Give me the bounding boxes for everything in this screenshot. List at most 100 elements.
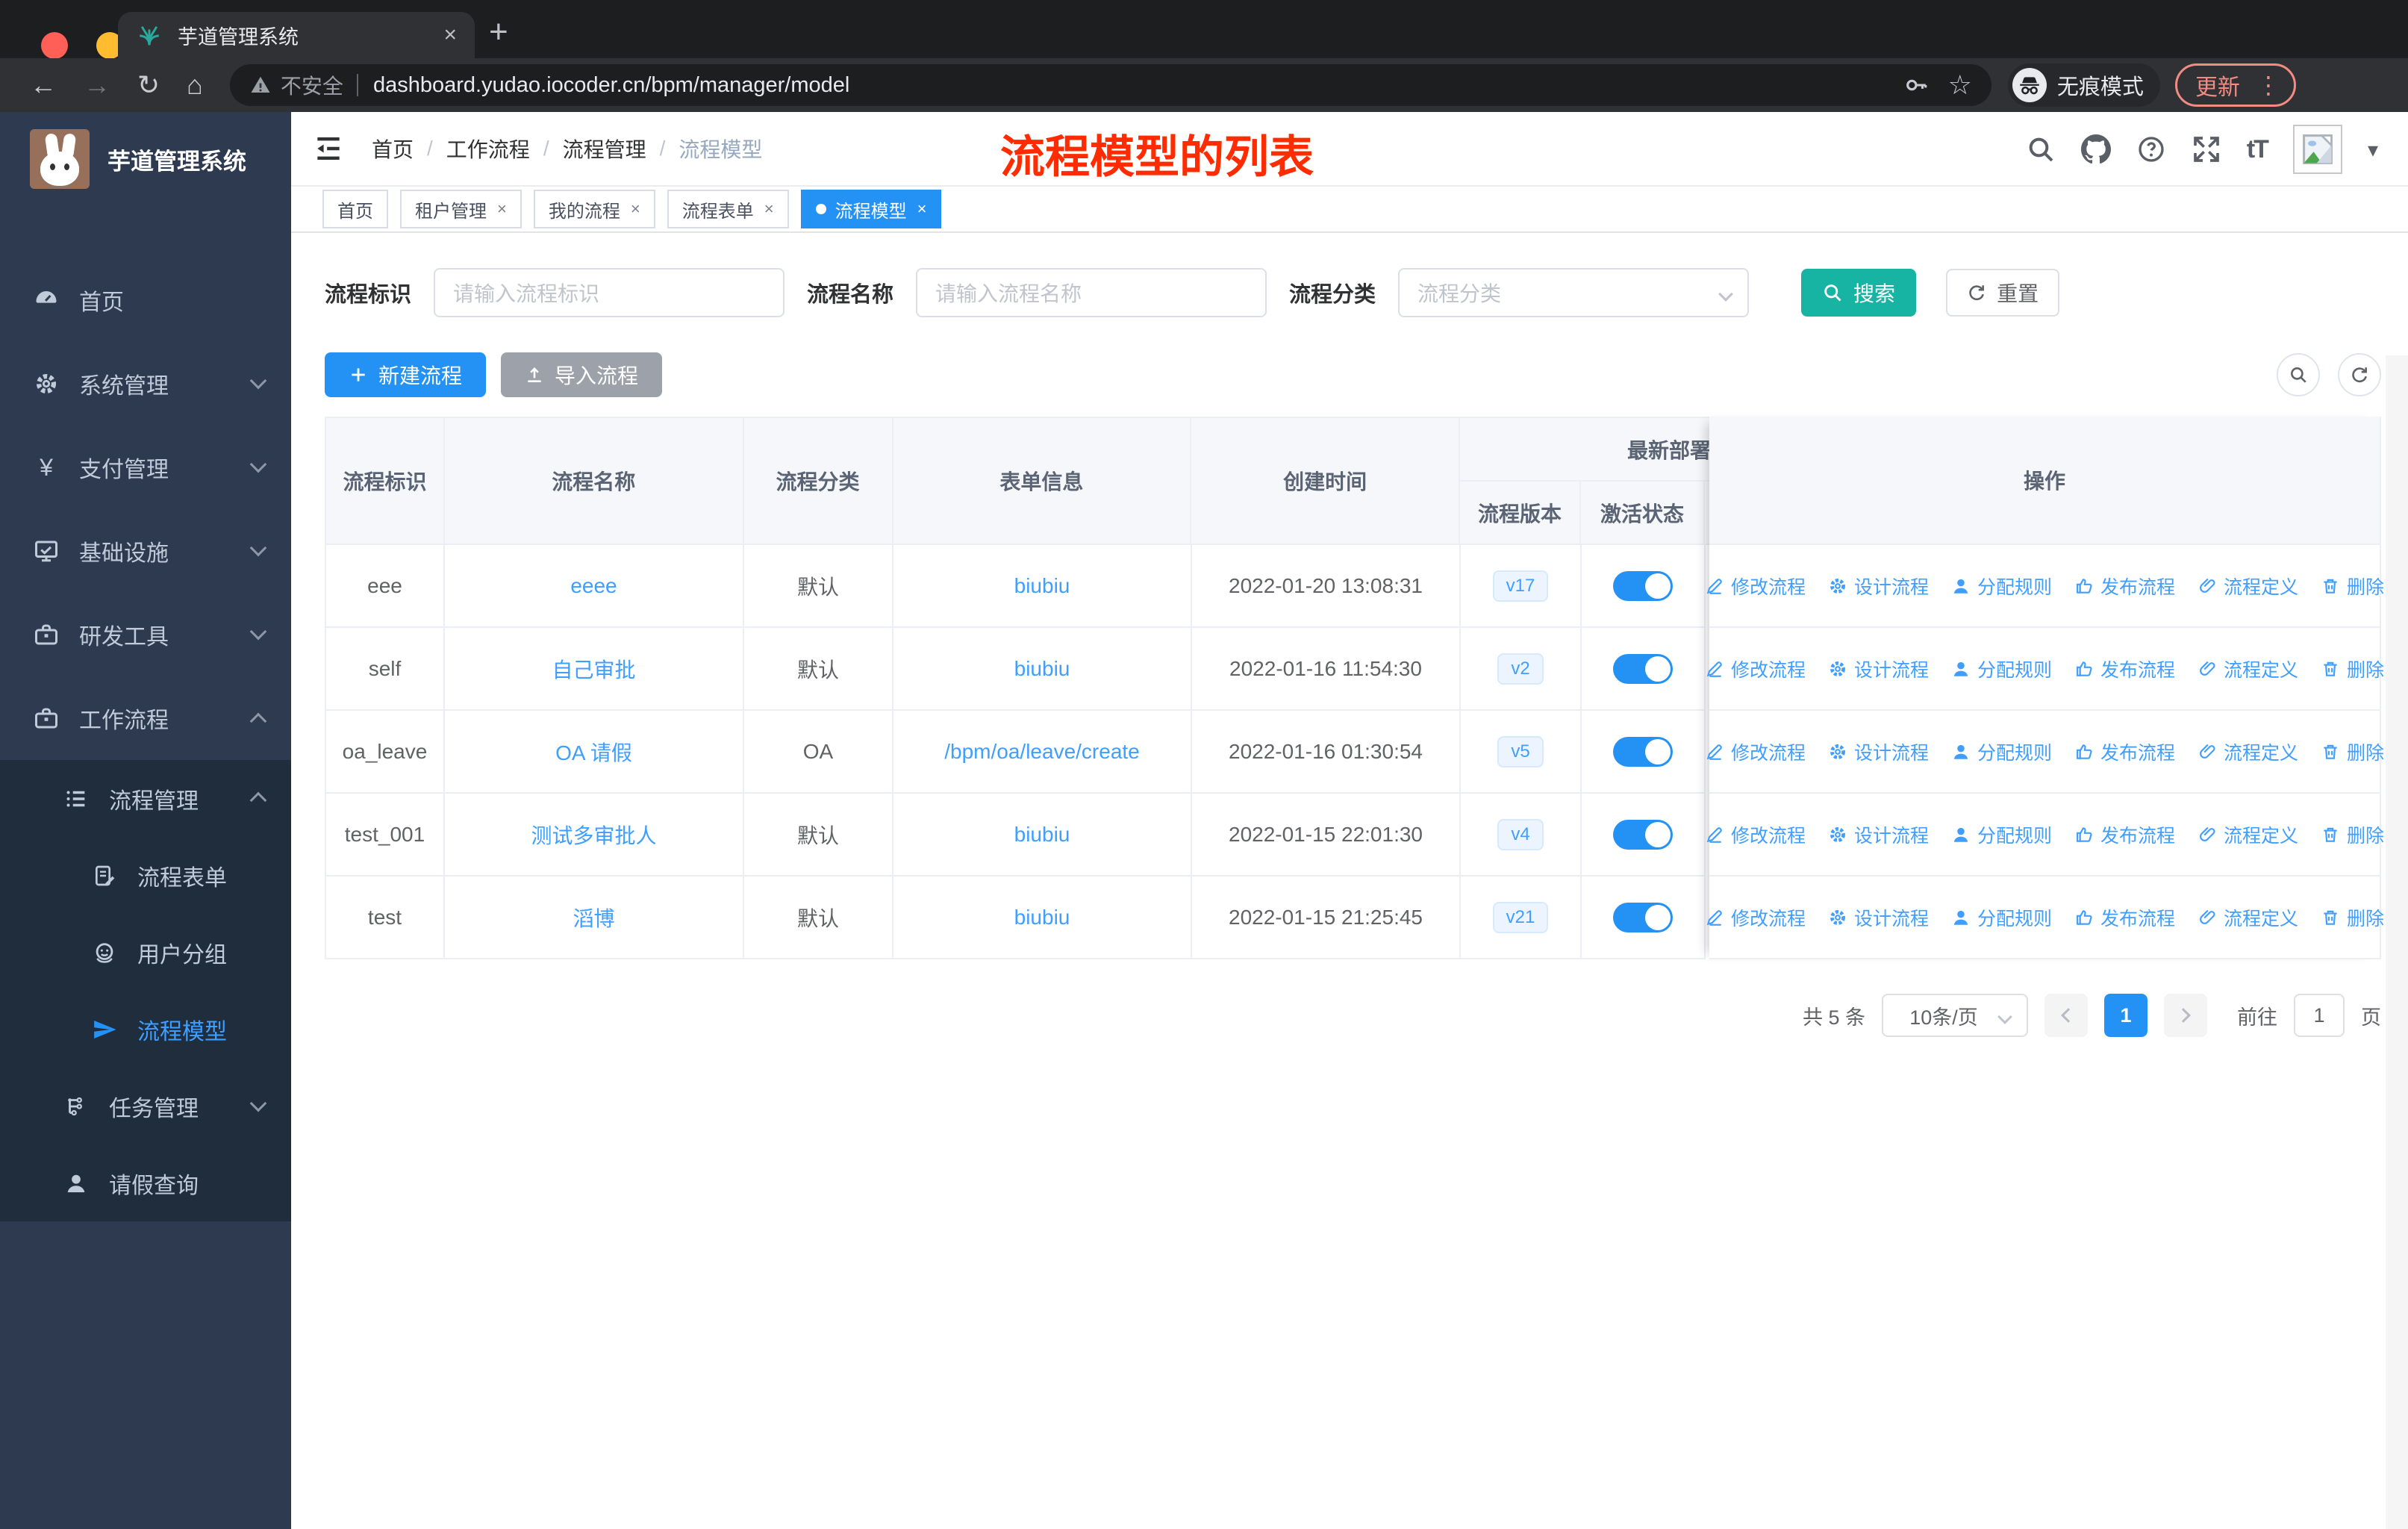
version-badge[interactable]: v17 (1492, 570, 1549, 602)
process-definition-link[interactable]: 流程定义 (2198, 655, 2298, 682)
assign-rule-link[interactable]: 分配规则 (1951, 738, 2052, 765)
form-info-link[interactable]: biubiu (1014, 574, 1070, 598)
prev-page-button[interactable] (2044, 994, 2088, 1037)
next-page-button[interactable] (2164, 994, 2207, 1037)
process-name-link[interactable]: OA 请假 (555, 737, 632, 767)
assign-rule-link[interactable]: 分配规则 (1951, 821, 2052, 848)
tag-close-icon[interactable]: × (631, 199, 640, 219)
active-status-toggle[interactable] (1613, 570, 1673, 601)
sidebar-item-infrastructure[interactable]: 基础设施 (0, 509, 291, 593)
sidebar-item-leave-query[interactable]: 请假查询 (0, 1145, 291, 1221)
process-name-link[interactable]: 自己审批 (552, 654, 635, 684)
process-definition-link[interactable]: 流程定义 (2198, 821, 2298, 848)
process-definition-link[interactable]: 流程定义 (2198, 573, 2298, 600)
sidebar-item-system[interactable]: 系统管理 (0, 342, 291, 426)
design-process-link[interactable]: 设计流程 (1828, 655, 1929, 682)
breadcrumb-process-management[interactable]: 流程管理 (563, 134, 646, 164)
version-badge[interactable]: v21 (1492, 901, 1549, 933)
design-process-link[interactable]: 设计流程 (1828, 573, 1929, 600)
caret-down-icon[interactable]: ▾ (2368, 137, 2378, 162)
version-badge[interactable]: v2 (1497, 653, 1544, 685)
home-icon[interactable]: ⌂ (187, 69, 203, 101)
tag-my-process[interactable]: 我的流程 × (533, 190, 655, 228)
back-icon[interactable]: ← (30, 69, 57, 101)
sidebar-item-home[interactable]: 首页 (0, 258, 291, 342)
form-info-link[interactable]: biubiu (1014, 906, 1070, 929)
bookmark-star-icon[interactable]: ☆ (1948, 69, 1972, 101)
browser-tab[interactable]: 芋道管理系统 × (118, 12, 475, 58)
version-badge[interactable]: v5 (1497, 735, 1544, 767)
sidebar-item-payment[interactable]: ¥ 支付管理 (0, 426, 291, 509)
reset-button[interactable]: 重置 (1946, 269, 2060, 317)
browser-menu-dots-icon[interactable]: ⋮ (2256, 71, 2280, 99)
search-button[interactable]: 搜索 (1801, 269, 1917, 317)
assign-rule-link[interactable]: 分配规则 (1951, 904, 2052, 931)
publish-process-link[interactable]: 发布流程 (2074, 573, 2175, 600)
page-size-select[interactable]: 10条/页 (1882, 994, 2028, 1037)
active-status-toggle[interactable] (1613, 736, 1673, 767)
tab-close-icon[interactable]: × (443, 22, 457, 48)
process-name-link[interactable]: 测试多审批人 (531, 820, 656, 850)
avatar[interactable] (2292, 125, 2342, 174)
delete-process-link[interactable]: 删除 (2321, 573, 2384, 600)
fullscreen-icon[interactable] (2192, 134, 2221, 164)
edit-process-link[interactable]: 修改流程 (1705, 821, 1806, 848)
process-name-link[interactable]: eeee (570, 574, 617, 598)
address-bar[interactable]: 不安全 dashboard.yudao.iocoder.cn/bpm/manag… (229, 64, 1991, 106)
process-category-select[interactable]: 流程分类 (1398, 268, 1750, 317)
tag-close-icon[interactable]: × (497, 199, 507, 219)
sidebar-item-process-form[interactable]: 流程表单 (0, 837, 291, 914)
breadcrumb-home[interactable]: 首页 (372, 134, 414, 164)
browser-update-chip[interactable]: 更新 ⋮ (2174, 63, 2296, 107)
delete-process-link[interactable]: 删除 (2321, 655, 2384, 682)
delete-process-link[interactable]: 删除 (2321, 904, 2384, 931)
form-info-link[interactable]: /bpm/oa/leave/create (944, 740, 1140, 764)
active-status-toggle[interactable] (1613, 902, 1673, 932)
assign-rule-link[interactable]: 分配规则 (1951, 573, 2052, 600)
process-key-input[interactable]: 请输入流程标识 (434, 268, 785, 317)
sidebar-item-process-model[interactable]: 流程模型 (0, 991, 291, 1068)
tag-close-icon[interactable]: × (917, 199, 927, 219)
breadcrumb-workflow[interactable]: 工作流程 (446, 134, 530, 164)
goto-page-input[interactable]: 1 (2294, 994, 2345, 1037)
version-badge[interactable]: v4 (1497, 818, 1544, 850)
refresh-table-button[interactable] (2338, 353, 2381, 396)
publish-process-link[interactable]: 发布流程 (2074, 821, 2175, 848)
delete-process-link[interactable]: 删除 (2321, 738, 2384, 765)
design-process-link[interactable]: 设计流程 (1828, 738, 1929, 765)
edit-process-link[interactable]: 修改流程 (1705, 738, 1806, 765)
tag-home[interactable]: 首页 (322, 190, 388, 228)
publish-process-link[interactable]: 发布流程 (2074, 738, 2175, 765)
process-definition-link[interactable]: 流程定义 (2198, 904, 2298, 931)
delete-process-link[interactable]: 删除 (2321, 821, 2384, 848)
design-process-link[interactable]: 设计流程 (1828, 821, 1929, 848)
update-label[interactable]: 更新 (2195, 69, 2240, 102)
tag-close-icon[interactable]: × (764, 199, 774, 219)
design-process-link[interactable]: 设计流程 (1828, 904, 1929, 931)
form-info-link[interactable]: biubiu (1014, 823, 1070, 847)
scrollbar-gutter[interactable] (2386, 355, 2408, 1529)
publish-process-link[interactable]: 发布流程 (2074, 904, 2175, 931)
password-key-icon[interactable] (1903, 72, 1929, 98)
tag-tenant-management[interactable]: 租户管理 × (400, 190, 522, 228)
edit-process-link[interactable]: 修改流程 (1705, 655, 1806, 682)
forward-icon[interactable]: → (84, 69, 110, 101)
close-window-button[interactable] (41, 32, 68, 59)
help-icon[interactable] (2136, 134, 2166, 164)
create-process-button[interactable]: 新建流程 (325, 352, 487, 397)
active-status-toggle[interactable] (1613, 819, 1673, 850)
edit-process-link[interactable]: 修改流程 (1705, 904, 1806, 931)
process-definition-link[interactable]: 流程定义 (2198, 738, 2298, 765)
active-status-toggle[interactable] (1613, 653, 1673, 684)
sidebar-item-workflow[interactable]: 工作流程 (0, 676, 291, 760)
import-process-button[interactable]: 导入流程 (501, 352, 663, 397)
url-text[interactable]: dashboard.yudao.iocoder.cn/bpm/manager/m… (373, 73, 1903, 98)
process-name-input[interactable]: 请输入流程名称 (916, 268, 1267, 317)
tag-process-model[interactable]: 流程模型 × (800, 190, 942, 228)
edit-process-link[interactable]: 修改流程 (1705, 573, 1806, 600)
new-tab-button[interactable]: + (489, 13, 508, 51)
current-page-button[interactable]: 1 (2104, 994, 2147, 1037)
tag-process-form[interactable]: 流程表单 × (667, 190, 789, 228)
process-name-link[interactable]: 滔博 (573, 903, 614, 932)
github-icon[interactable] (2081, 134, 2111, 164)
